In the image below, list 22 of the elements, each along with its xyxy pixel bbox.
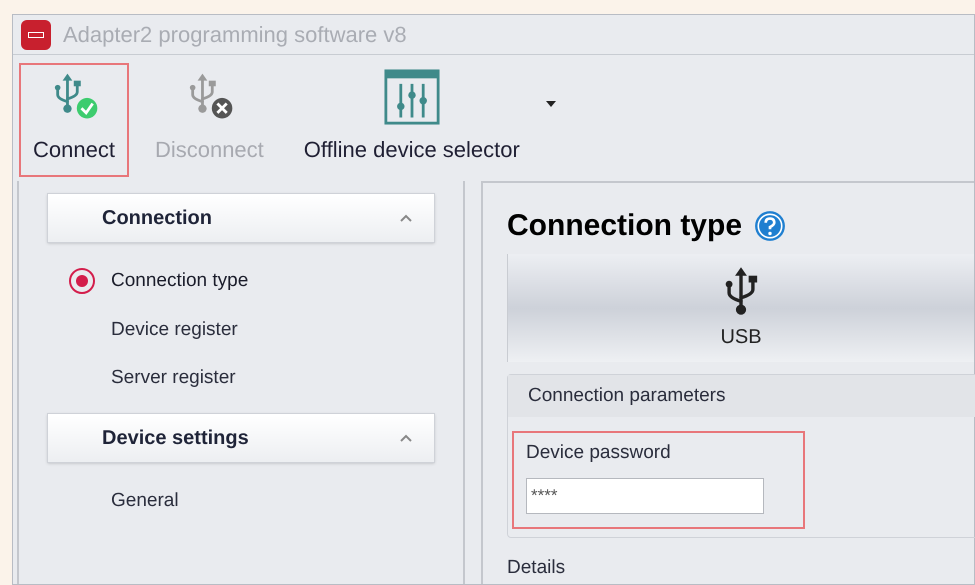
chevron-icon [400,214,412,222]
panel-title: Connection parameters [528,384,726,408]
window-title: Adapter2 programming software v8 [63,21,407,49]
details-label: Details [507,556,566,580]
toolbar-button[interactable]: Connect [19,63,129,177]
chevron-icon [400,434,412,442]
connection-option[interactable]: USB [507,254,974,362]
section-heading: Connection type [507,208,742,244]
radio-selected-icon[interactable] [69,268,95,294]
nav-item[interactable]: Server register [111,364,236,392]
help-icon[interactable] [754,210,786,242]
password-field[interactable]: **** [526,478,764,514]
sliders-icon [384,69,440,125]
nav-item[interactable]: Device register [111,316,238,344]
field-label: Device password [526,441,672,465]
app-logo-icon [21,20,51,50]
nav-item[interactable]: General [111,486,179,515]
toolbar-button[interactable]: Offline device selector [290,63,534,177]
group-header[interactable]: Device settings [47,412,435,462]
nav-item[interactable]: Connection type [111,267,248,296]
dropdown-caret-icon[interactable] [546,101,556,107]
group-header[interactable]: Connection [47,193,435,243]
